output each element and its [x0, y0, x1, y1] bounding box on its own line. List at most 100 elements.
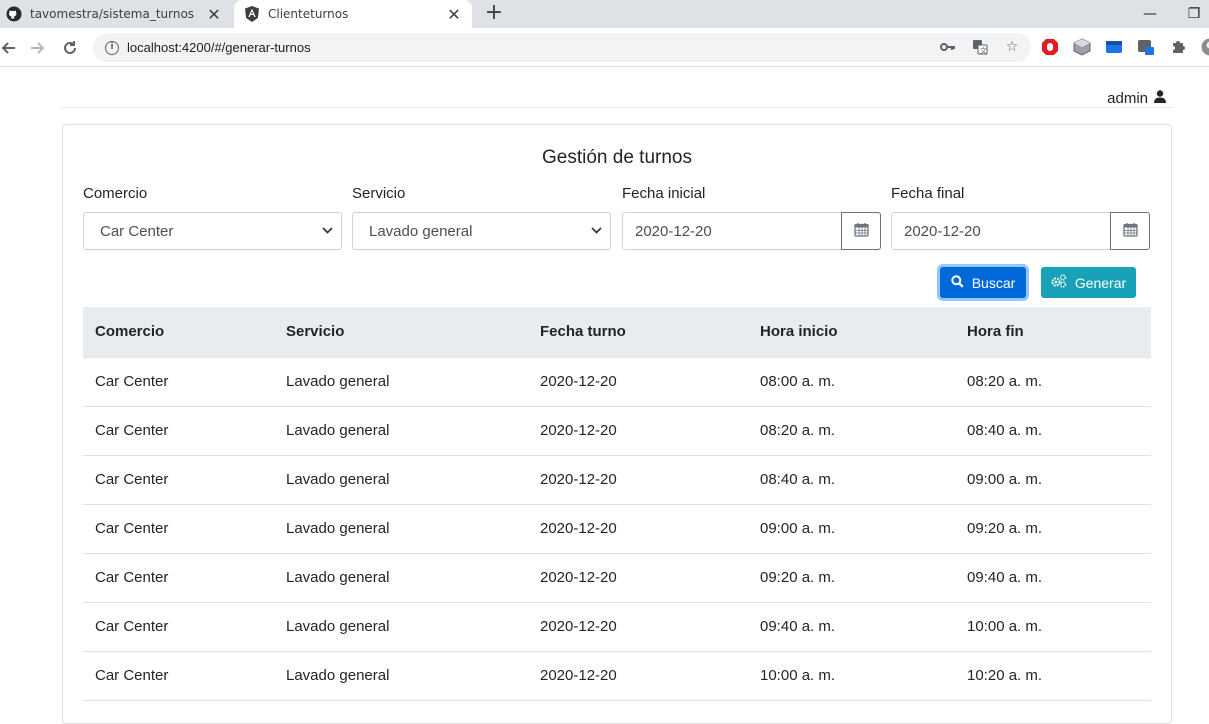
table-cell: Car Center	[83, 504, 274, 553]
table-cell: 09:00 a. m.	[955, 455, 1151, 504]
star-icon[interactable]: ☆	[1003, 38, 1021, 56]
user-icon	[1154, 90, 1166, 107]
browser-tab-active[interactable]: Clienteturnos ✕	[234, 0, 472, 28]
chevron-down-icon	[591, 225, 602, 237]
minimize-icon[interactable]: —	[1130, 0, 1170, 28]
forward-arrow-icon[interactable]	[24, 34, 52, 62]
browser-toolbar: i localhost:4200/#/generar-turnos 文 ☆	[0, 28, 1209, 67]
comercio-select[interactable]: Car Center	[83, 212, 342, 250]
table-cell: 09:20 a. m.	[748, 553, 955, 602]
cube-extension-icon[interactable]	[1072, 37, 1092, 57]
blue-extension-icon[interactable]	[1104, 37, 1124, 57]
servicio-select[interactable]: Lavado general	[352, 212, 611, 250]
fecha-inicial-label: Fecha inicial	[622, 185, 881, 202]
servicio-field: Servicio Lavado general	[352, 185, 611, 250]
back-arrow-icon[interactable]	[0, 34, 22, 62]
puzzle-icon[interactable]	[1168, 37, 1188, 57]
comercio-label: Comercio	[83, 185, 342, 202]
fecha-inicial-field: Fecha inicial 2020-12-20	[622, 185, 881, 250]
table-cell: Car Center	[83, 406, 274, 455]
table-row: Car CenterLavado general2020-12-2009:00 …	[83, 504, 1151, 553]
table-cell: Lavado general	[274, 406, 528, 455]
restore-icon[interactable]: ❐	[1174, 0, 1209, 28]
table-cell: 08:40 a. m.	[955, 406, 1151, 455]
table-cell: 2020-12-20	[528, 406, 748, 455]
calendar-icon	[854, 222, 869, 241]
servicio-label: Servicio	[352, 185, 611, 202]
info-icon[interactable]: i	[105, 41, 119, 55]
profile-avatar[interactable]	[1200, 37, 1209, 57]
close-icon[interactable]: ✕	[444, 4, 464, 24]
top-navbar: admin	[62, 80, 1172, 108]
fecha-final-calendar-button[interactable]	[1110, 212, 1150, 250]
table-cell: Car Center	[83, 455, 274, 504]
username: admin	[1107, 90, 1148, 107]
buscar-button[interactable]: Buscar	[940, 267, 1026, 298]
svg-text:文: 文	[980, 46, 987, 55]
table-cell: 10:00 a. m.	[748, 651, 955, 700]
reload-icon[interactable]	[56, 34, 84, 62]
table-cell: 2020-12-20	[528, 357, 748, 406]
user-menu[interactable]: admin	[1107, 90, 1166, 107]
chevron-down-icon	[322, 225, 333, 237]
url-path: :4200/#/generar-turnos	[178, 40, 310, 55]
table-cell: 08:20 a. m.	[955, 357, 1151, 406]
turnos-card: Gestión de turnos Comercio Car Center Se…	[62, 124, 1172, 724]
tab-title: Clienteturnos	[268, 7, 444, 21]
key-icon[interactable]	[939, 38, 957, 56]
table-cell: Lavado general	[274, 504, 528, 553]
translate-icon[interactable]: 文	[971, 38, 989, 56]
column-header: Fecha turno	[528, 307, 748, 357]
fecha-inicial-calendar-button[interactable]	[841, 212, 881, 250]
generar-button[interactable]: Generar	[1041, 267, 1136, 298]
page-title: Gestión de turnos	[63, 147, 1171, 169]
table-cell: Car Center	[83, 651, 274, 700]
generar-label: Generar	[1075, 275, 1126, 291]
calendar-extension-icon[interactable]	[1136, 37, 1156, 57]
table-cell: 2020-12-20	[528, 602, 748, 651]
table-cell: 2020-12-20	[528, 504, 748, 553]
gears-icon	[1051, 274, 1067, 291]
table-header-row: Comercio Servicio Fecha turno Hora inici…	[83, 307, 1151, 357]
github-icon	[6, 6, 22, 22]
column-header: Comercio	[83, 307, 274, 357]
browser-tab-github[interactable]: tavomestra/sistema_turnos ✕	[0, 0, 232, 28]
fecha-final-field: Fecha final 2020-12-20	[891, 185, 1150, 250]
table-cell: Car Center	[83, 357, 274, 406]
browser-tab-strip: tavomestra/sistema_turnos ✕ Clienteturno…	[0, 0, 1209, 28]
table-row: Car CenterLavado general2020-12-2009:40 …	[83, 602, 1151, 651]
table-cell: Lavado general	[274, 602, 528, 651]
url-host: localhost	[127, 40, 178, 55]
new-tab-button[interactable]: +	[482, 2, 506, 26]
address-bar[interactable]: i localhost:4200/#/generar-turnos 文 ☆	[93, 33, 1031, 62]
fecha-final-input[interactable]: 2020-12-20	[891, 212, 1110, 250]
table-row: Car CenterLavado general2020-12-2010:00 …	[83, 651, 1151, 700]
table-cell: 08:20 a. m.	[748, 406, 955, 455]
search-icon	[951, 275, 964, 291]
table-cell: Car Center	[83, 602, 274, 651]
table-row: Car CenterLavado general2020-12-2008:00 …	[83, 357, 1151, 406]
table-cell: 09:40 a. m.	[748, 602, 955, 651]
calendar-icon	[1123, 222, 1138, 241]
table-cell: 08:40 a. m.	[748, 455, 955, 504]
column-header: Servicio	[274, 307, 528, 357]
fecha-inicial-input[interactable]: 2020-12-20	[622, 212, 841, 250]
table-cell: 2020-12-20	[528, 651, 748, 700]
close-icon[interactable]: ✕	[204, 4, 224, 24]
adblock-icon[interactable]	[1040, 37, 1060, 57]
table-cell: Lavado general	[274, 651, 528, 700]
angular-icon	[244, 6, 260, 22]
table-row: Car CenterLavado general2020-12-2008:40 …	[83, 455, 1151, 504]
servicio-selected: Lavado general	[369, 223, 472, 240]
table-row: Car CenterLavado general2020-12-2008:20 …	[83, 406, 1151, 455]
table-cell: 2020-12-20	[528, 455, 748, 504]
table-cell: 09:20 a. m.	[955, 504, 1151, 553]
table-cell: Lavado general	[274, 357, 528, 406]
table-cell: 10:00 a. m.	[955, 602, 1151, 651]
table-cell: 08:00 a. m.	[748, 357, 955, 406]
table-cell: Lavado general	[274, 553, 528, 602]
tab-title: tavomestra/sistema_turnos	[30, 7, 204, 21]
table-cell: 09:00 a. m.	[748, 504, 955, 553]
table-cell: 2020-12-20	[528, 553, 748, 602]
comercio-selected: Car Center	[100, 223, 173, 240]
